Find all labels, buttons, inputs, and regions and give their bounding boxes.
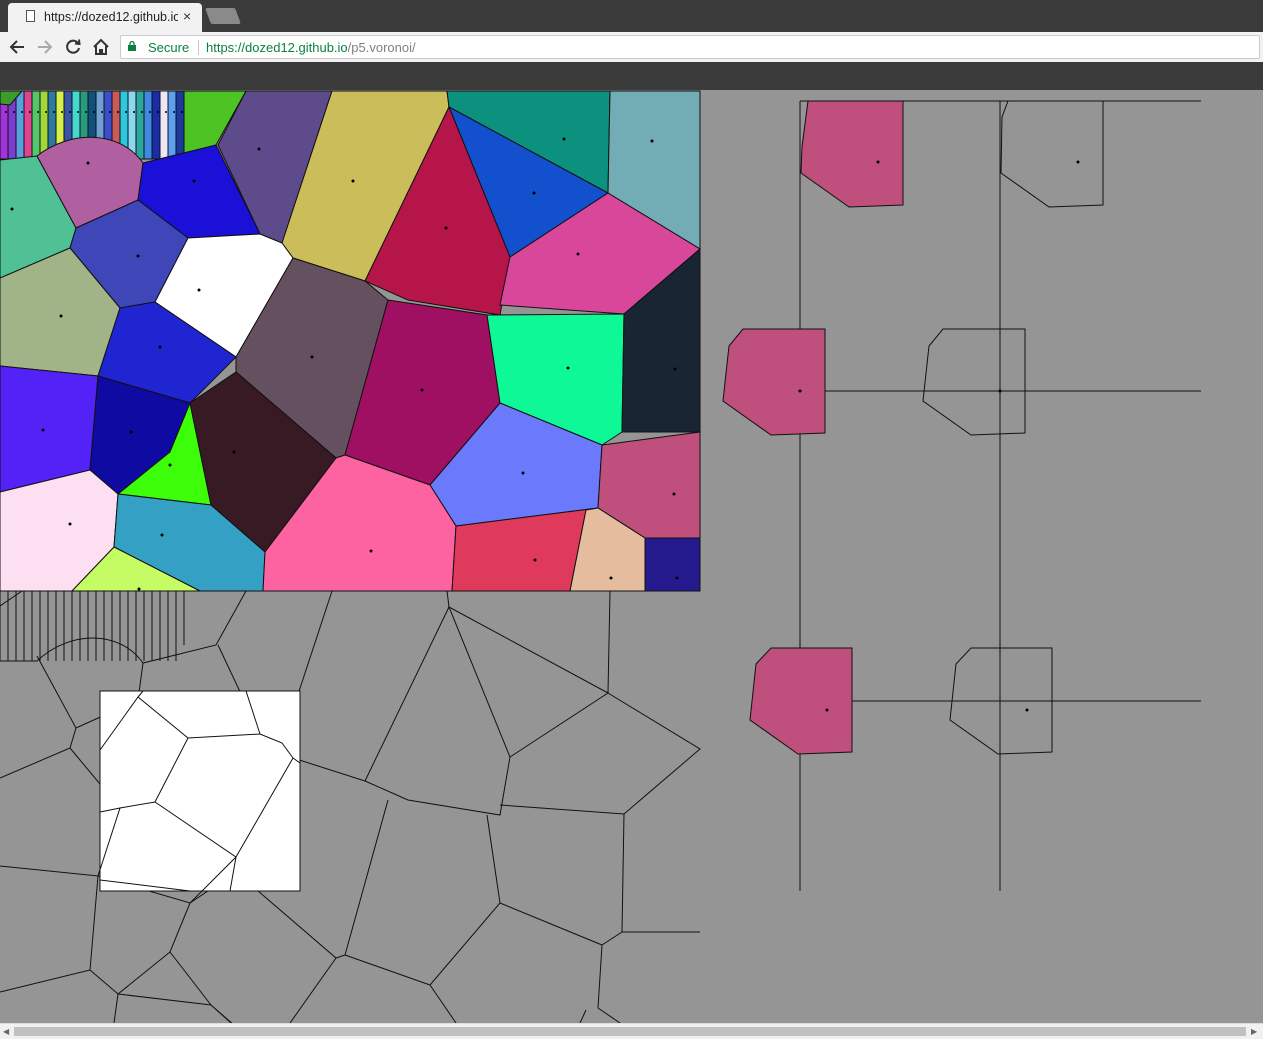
- document-icon: [26, 10, 35, 22]
- address-bar[interactable]: Secure https://dozed12.github.io/p5.voro…: [120, 35, 1260, 59]
- scroll-right-arrow-icon[interactable]: ▶: [1251, 1027, 1257, 1036]
- tab-title: https://dozed12.github.io/p5.voronoi/: [44, 10, 178, 24]
- url-text: https://dozed12.github.io/p5.voronoi/: [206, 40, 416, 55]
- url-host: https://dozed12.github.io: [206, 40, 348, 55]
- voronoi-svg: [0, 90, 1263, 1023]
- browser-tab-strip: https://dozed12.github.io/p5.voronoi/ ×: [0, 0, 1263, 32]
- inset-square: [97, 690, 301, 904]
- sketch-canvas[interactable]: [0, 90, 1263, 1023]
- lock-icon: [128, 41, 136, 51]
- horizontal-scrollbar[interactable]: ◀ ▶: [0, 1023, 1263, 1039]
- bookmark-gap: [0, 62, 1263, 90]
- voronoi-cells: [0, 90, 701, 592]
- colored-voronoi-diagram: [0, 90, 701, 592]
- scroll-left-arrow-icon[interactable]: ◀: [3, 1027, 9, 1036]
- reload-icon[interactable]: [62, 36, 84, 58]
- scrollbar-thumb[interactable]: [14, 1027, 1246, 1036]
- address-separator: [198, 40, 199, 55]
- tab-close-icon[interactable]: ×: [183, 8, 191, 24]
- back-arrow-icon[interactable]: [6, 36, 28, 58]
- browser-tab[interactable]: https://dozed12.github.io/p5.voronoi/ ×: [8, 3, 202, 32]
- new-tab-button[interactable]: [205, 8, 241, 24]
- forward-arrow-icon[interactable]: [34, 36, 56, 58]
- url-path: /p5.voronoi/: [347, 40, 416, 55]
- secure-label: Secure: [148, 40, 190, 55]
- home-icon[interactable]: [90, 36, 112, 58]
